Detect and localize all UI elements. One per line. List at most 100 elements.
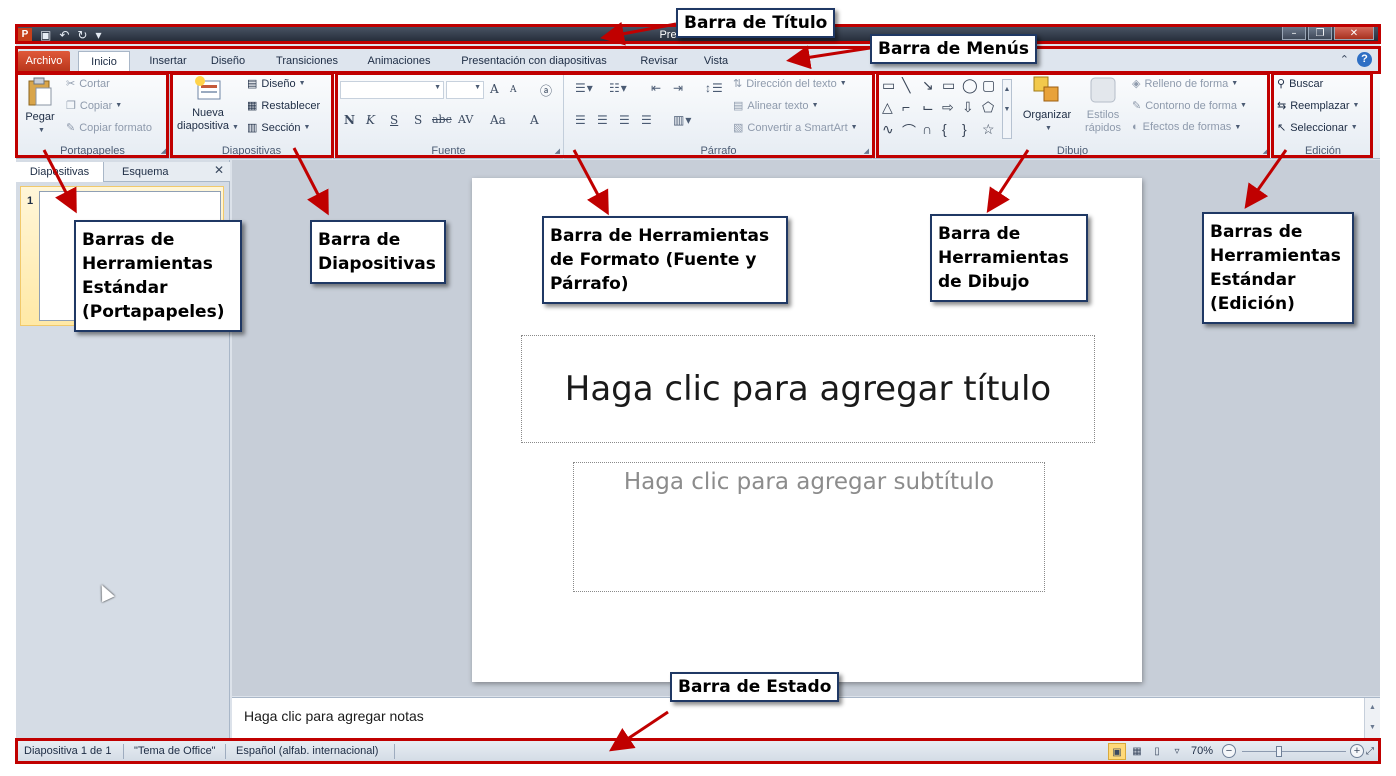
tab-animations[interactable]: Animaciones [360,51,438,71]
tab-home[interactable]: Inicio [78,51,130,71]
shape-effects-dropdown-icon[interactable]: ▼ [1234,124,1241,131]
reading-view-icon[interactable]: ▯ [1148,743,1166,760]
copy-button[interactable]: ❐ Copiar ▼ [66,99,122,113]
section-dropdown-icon[interactable]: ▼ [304,124,311,131]
reset-button[interactable]: ▦ Restablecer [247,99,320,113]
underline-button[interactable]: S [390,113,398,127]
shapes-gallery-scroll[interactable]: ▲ ▼ [1002,79,1012,139]
minimize-ribbon-icon[interactable]: ⌃ [1340,53,1349,66]
rectangle-shape-icon[interactable]: ▭ [942,77,955,94]
new-slide-button[interactable]: Nueva diapositiva ▼ [175,75,241,134]
text-shadow-button[interactable]: S [414,113,422,127]
change-case-button[interactable]: Aa [490,113,506,127]
tab-outline[interactable]: Esquema [122,162,168,182]
font-name-dropdown-icon[interactable]: ▼ [434,84,441,91]
increase-indent-icon[interactable]: ⇥ [673,81,684,95]
font-name-combo[interactable]: ▼ [340,81,444,99]
font-size-dropdown-icon[interactable]: ▼ [474,84,481,91]
rounded-rect-shape-icon[interactable]: ▢ [982,77,995,94]
align-text-button[interactable]: ▤ Alinear texto ▼ [733,99,819,113]
layout-dropdown-icon[interactable]: ▼ [299,80,306,87]
copy-dropdown-icon[interactable]: ▼ [115,102,122,109]
tab-slideshow[interactable]: Presentación con diapositivas [454,51,614,71]
title-placeholder[interactable]: Haga clic para agregar título [521,335,1095,443]
bold-button[interactable]: N [344,113,355,127]
left-brace-icon[interactable]: { [942,121,947,137]
align-right-icon[interactable]: ☰ [619,113,631,127]
textbox-shape-icon[interactable]: ▭ [882,77,895,94]
tab-view[interactable]: Vista [698,51,734,71]
shape-outline-button[interactable]: ✎ Contorno de forma ▼ [1132,99,1247,113]
cut-button[interactable]: ✂ Cortar [66,77,110,91]
fit-to-window-icon[interactable]: ⤢ [1362,743,1378,760]
replace-dropdown-icon[interactable]: ▼ [1353,102,1360,109]
grow-font-button[interactable]: A [490,82,499,96]
columns-icon[interactable]: ▥▾ [673,113,692,127]
tab-slides[interactable]: Diapositivas [16,162,104,182]
slideshow-view-icon[interactable]: ▿ [1168,743,1186,760]
elbow-arrow-icon[interactable]: ⌙ [922,99,934,116]
justify-icon[interactable]: ☰ [641,113,653,127]
drawing-launcher-icon[interactable]: ◢ [1263,147,1268,155]
zoom-level[interactable]: 70% [1191,745,1213,757]
format-painter-button[interactable]: ✎ Copiar formato [66,121,152,135]
font-size-combo[interactable]: ▼ [446,81,484,99]
line-shape-icon[interactable]: ╲ [902,77,910,94]
language-status[interactable]: Español (alfab. internacional) [236,745,378,757]
close-button[interactable]: ✕ [1334,26,1374,40]
align-left-icon[interactable]: ☰ [575,113,587,127]
right-brace-icon[interactable]: } [962,121,967,137]
align-text-dropdown-icon[interactable]: ▼ [812,102,819,109]
down-arrow-shape-icon[interactable]: ⇩ [962,99,974,116]
zoom-out-button[interactable]: − [1222,744,1236,758]
arrow-line-shape-icon[interactable]: ↘ [922,77,934,94]
paste-button[interactable]: Pegar ▼ [22,77,58,137]
tab-review[interactable]: Revisar [634,51,684,71]
help-icon[interactable]: ? [1357,52,1372,67]
right-arrow-shape-icon[interactable]: ⇨ [942,99,954,116]
quick-styles-button[interactable]: Estilos rápidos [1078,75,1128,135]
notes-pane[interactable]: Haga clic para agregar notas ▲ ▼ [232,697,1380,740]
find-button[interactable]: ⚲ Buscar [1277,77,1323,91]
text-direction-button[interactable]: ⇅ Dirección del texto ▼ [733,77,847,91]
subtitle-placeholder[interactable]: Haga clic para agregar subtítulo [573,462,1045,592]
numbering-icon[interactable]: ☷▾ [609,81,628,95]
shape-outline-dropdown-icon[interactable]: ▼ [1240,102,1247,109]
italic-button[interactable]: K [366,113,375,127]
arrange-button[interactable]: Organizar ▼ [1020,75,1074,135]
zoom-slider-thumb[interactable] [1276,746,1282,757]
select-button[interactable]: ↖ Seleccionar ▼ [1277,121,1358,135]
clear-format-icon[interactable]: ⓐ [540,82,552,99]
paragraph-launcher-icon[interactable]: ◢ [864,147,869,155]
tab-insert[interactable]: Insertar [140,51,196,71]
elbow-connector-icon[interactable]: ⌐ [902,99,910,115]
close-pane-icon[interactable]: ✕ [214,163,224,177]
select-dropdown-icon[interactable]: ▼ [1351,124,1358,131]
tab-file[interactable]: Archivo [18,51,70,71]
clipboard-launcher-icon[interactable]: ◢ [161,147,166,155]
align-center-icon[interactable]: ☰ [597,113,609,127]
notes-scrollbar[interactable]: ▲ ▼ [1364,698,1380,740]
oval-shape-icon[interactable]: ◯ [962,77,978,94]
bullets-icon[interactable]: ☰▾ [575,81,594,95]
replace-button[interactable]: ⇆ Reemplazar ▼ [1277,99,1360,113]
font-color-button[interactable]: A [530,113,539,127]
paste-dropdown-icon[interactable]: ▼ [25,124,58,137]
arc-shape-icon[interactable]: ⌒ [902,121,916,141]
section-button[interactable]: ▥ Sección ▼ [247,121,311,135]
shape-fill-dropdown-icon[interactable]: ▼ [1231,80,1238,87]
smartart-button[interactable]: ▧ Convertir a SmartArt ▼ [733,121,858,135]
notes-placeholder[interactable]: Haga clic para agregar notas [244,708,424,724]
tab-design[interactable]: Diseño [204,51,252,71]
strikethrough-button[interactable]: abc [432,113,452,126]
freeform-shape-icon[interactable]: ⬠ [982,99,994,116]
new-slide-dropdown-icon[interactable]: ▼ [232,124,239,131]
star-shape-icon[interactable]: ☆ [982,121,995,138]
curve-shape-icon[interactable]: ∿ [882,121,894,138]
arrange-dropdown-icon[interactable]: ▼ [1023,122,1074,135]
minimize-button[interactable]: – [1282,26,1306,40]
wave-shape-icon[interactable]: ∩ [922,121,932,137]
tab-transitions[interactable]: Transiciones [268,51,346,71]
zoom-slider[interactable] [1242,746,1346,757]
normal-view-icon[interactable]: ▣ [1108,743,1126,760]
